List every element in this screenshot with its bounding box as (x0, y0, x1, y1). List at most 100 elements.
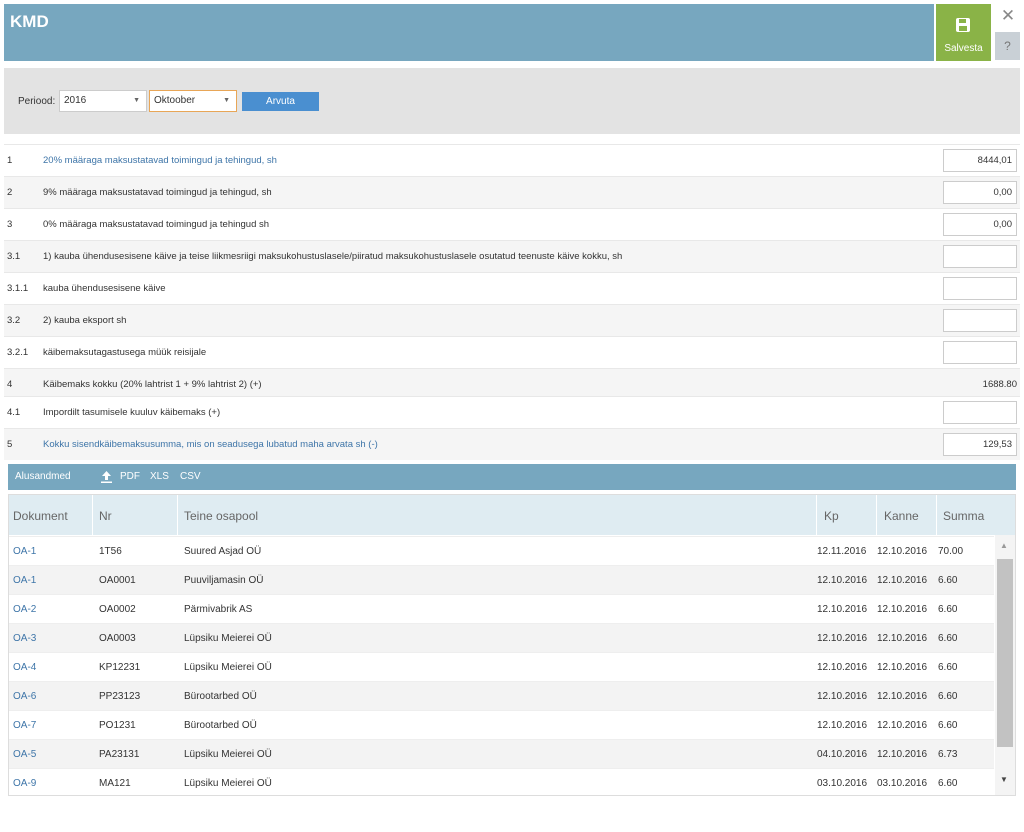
document-link[interactable]: OA-1 (13, 546, 36, 557)
section-title: Alusandmed (15, 471, 71, 482)
row-input[interactable] (943, 245, 1017, 268)
document-link[interactable]: OA-7 (13, 720, 36, 731)
vertical-scrollbar[interactable]: ▲ ▼ (995, 535, 1015, 795)
page-title: KMD (10, 12, 49, 31)
table-header: Dokument Nr Teine osapool Kp Kanne Summa (9, 495, 1015, 535)
cell-counterparty: Bürootarbed OÜ (184, 691, 257, 702)
table-row[interactable]: OA-1 OA0001 Puuviljamasin OÜ 12.10.2016 … (9, 565, 994, 594)
document-link[interactable]: OA-2 (13, 604, 36, 615)
cell-number: PP23123 (99, 691, 141, 702)
column-header-amount[interactable]: Summa (943, 509, 984, 523)
row-input[interactable]: 129,53 (943, 433, 1017, 456)
row-number: 4 (7, 379, 13, 390)
form-row: 4.1 Impordilt tasumisele kuuluv käibemak… (4, 396, 1020, 428)
scroll-down-icon[interactable]: ▼ (1000, 775, 1008, 784)
period-label: Periood: (18, 96, 56, 107)
table-row[interactable]: OA-1 1T56 Suured Asjad OÜ 12.11.2016 12.… (9, 536, 994, 565)
form-row: 3.1.1 kauba ühendusesisene käive (4, 272, 1020, 304)
document-link[interactable]: OA-9 (13, 778, 36, 789)
form-row: 4 Käibemaks kokku (20% lahtrist 1 + 9% l… (4, 368, 1020, 396)
cell-number: OA0001 (99, 575, 136, 586)
form-row: 3.2.1 käibemaksutagastusega müük reisija… (4, 336, 1020, 368)
cell-entry-date: 12.10.2016 (877, 633, 928, 644)
scroll-up-icon[interactable]: ▲ (1000, 541, 1008, 550)
table-row[interactable]: OA-9 MA121 Lüpsiku Meierei OÜ 03.10.2016… (9, 768, 994, 795)
cell-date: 12.10.2016 (817, 662, 868, 673)
calculate-button[interactable]: Arvuta (242, 92, 319, 111)
cell-entry-date: 12.10.2016 (877, 749, 928, 760)
cell-entry-date: 12.10.2016 (877, 662, 928, 673)
column-header-counterparty[interactable]: Teine osapool (184, 509, 258, 523)
row-label: 2) kauba eksport sh (43, 315, 127, 326)
form-row: 1 20% määraga maksustatavad toimingud ja… (4, 144, 1020, 176)
cell-date: 12.10.2016 (817, 575, 868, 586)
cell-amount: 6.60 (938, 778, 958, 789)
help-button[interactable]: ? (995, 32, 1020, 60)
row-input[interactable]: 0,00 (943, 213, 1017, 236)
month-select[interactable]: Oktoober ▼ (149, 90, 237, 112)
cell-number: KP12231 (99, 662, 141, 673)
row-number: 2 (7, 187, 13, 198)
year-select[interactable]: 2016 ▼ (59, 90, 147, 112)
document-link[interactable]: OA-4 (13, 662, 36, 673)
table-row[interactable]: OA-6 PP23123 Bürootarbed OÜ 12.10.2016 1… (9, 681, 994, 710)
row-label-link[interactable]: Kokku sisendkäibemaksusumma, mis on sead… (43, 439, 378, 450)
row-label: kauba ühendusesisene käive (43, 283, 166, 294)
row-input[interactable] (943, 277, 1017, 300)
column-header-date[interactable]: Kp (824, 509, 839, 523)
cell-counterparty: Bürootarbed OÜ (184, 720, 257, 731)
cell-number: PO1231 (99, 720, 136, 731)
cell-entry-date: 12.10.2016 (877, 604, 928, 615)
scrollbar-thumb[interactable] (997, 559, 1013, 747)
upload-icon[interactable] (101, 471, 112, 483)
period-filter-bar: Periood: 2016 ▼ Oktoober ▼ Arvuta (4, 68, 1020, 134)
row-number: 3.1 (7, 251, 21, 262)
column-divider (177, 495, 178, 535)
document-link[interactable]: OA-5 (13, 749, 36, 760)
document-link[interactable]: OA-1 (13, 575, 36, 586)
row-label: Impordilt tasumisele kuuluv käibemaks (+… (43, 407, 221, 418)
row-input[interactable]: 8444,01 (943, 149, 1017, 172)
title-bar: KMD (4, 4, 934, 61)
export-pdf-link[interactable]: PDF (120, 471, 140, 482)
column-divider (876, 495, 877, 535)
row-input[interactable] (943, 309, 1017, 332)
form-row: 3.2 2) kauba eksport sh (4, 304, 1020, 336)
form-row: 2 9% määraga maksustatavad toimingud ja … (4, 176, 1020, 208)
year-select-value: 2016 (64, 95, 87, 106)
row-input[interactable]: 0,00 (943, 181, 1017, 204)
row-input[interactable] (943, 341, 1017, 364)
cell-entry-date: 12.10.2016 (877, 575, 928, 586)
row-label-link[interactable]: 20% määraga maksustatavad toimingud ja t… (43, 155, 277, 166)
document-link[interactable]: OA-6 (13, 691, 36, 702)
table-row[interactable]: OA-3 OA0003 Lüpsiku Meierei OÜ 12.10.201… (9, 623, 994, 652)
month-select-value: Oktoober (154, 95, 196, 106)
table-row[interactable]: OA-7 PO1231 Bürootarbed OÜ 12.10.2016 12… (9, 710, 994, 739)
floppy-disk-icon (956, 18, 970, 32)
cell-amount: 6.60 (938, 633, 958, 644)
row-input[interactable] (943, 401, 1017, 424)
cell-entry-date: 12.10.2016 (877, 691, 928, 702)
cell-date: 12.11.2016 (817, 546, 867, 557)
form-row: 5 Kokku sisendkäibemaksusumma, mis on se… (4, 428, 1020, 460)
document-link[interactable]: OA-3 (13, 633, 36, 644)
export-xls-link[interactable]: XLS (150, 471, 169, 482)
close-button[interactable]: ✕ (998, 6, 1018, 26)
row-number: 3.1.1 (7, 283, 29, 294)
save-button-label: Salvesta (944, 43, 983, 54)
table-row[interactable]: OA-2 OA0002 Pärmivabrik AS 12.10.2016 12… (9, 594, 994, 623)
column-header-entry[interactable]: Kanne (884, 509, 919, 523)
cell-amount: 6.60 (938, 662, 958, 673)
export-csv-link[interactable]: CSV (180, 471, 201, 482)
cell-entry-date: 12.10.2016 (877, 546, 928, 557)
save-button[interactable]: Salvesta (936, 4, 991, 61)
cell-number: OA0002 (99, 604, 136, 615)
cell-entry-date: 12.10.2016 (877, 720, 928, 731)
row-label: 0% määraga maksustatavad toimingud ja te… (43, 219, 270, 230)
table-row[interactable]: OA-4 KP12231 Lüpsiku Meierei OÜ 12.10.20… (9, 652, 994, 681)
column-header-number[interactable]: Nr (99, 509, 112, 523)
column-header-document[interactable]: Dokument (13, 509, 68, 523)
row-number: 1 (7, 155, 13, 166)
table-row[interactable]: OA-5 PA23131 Lüpsiku Meierei OÜ 04.10.20… (9, 739, 994, 768)
cell-amount: 6.60 (938, 720, 958, 731)
